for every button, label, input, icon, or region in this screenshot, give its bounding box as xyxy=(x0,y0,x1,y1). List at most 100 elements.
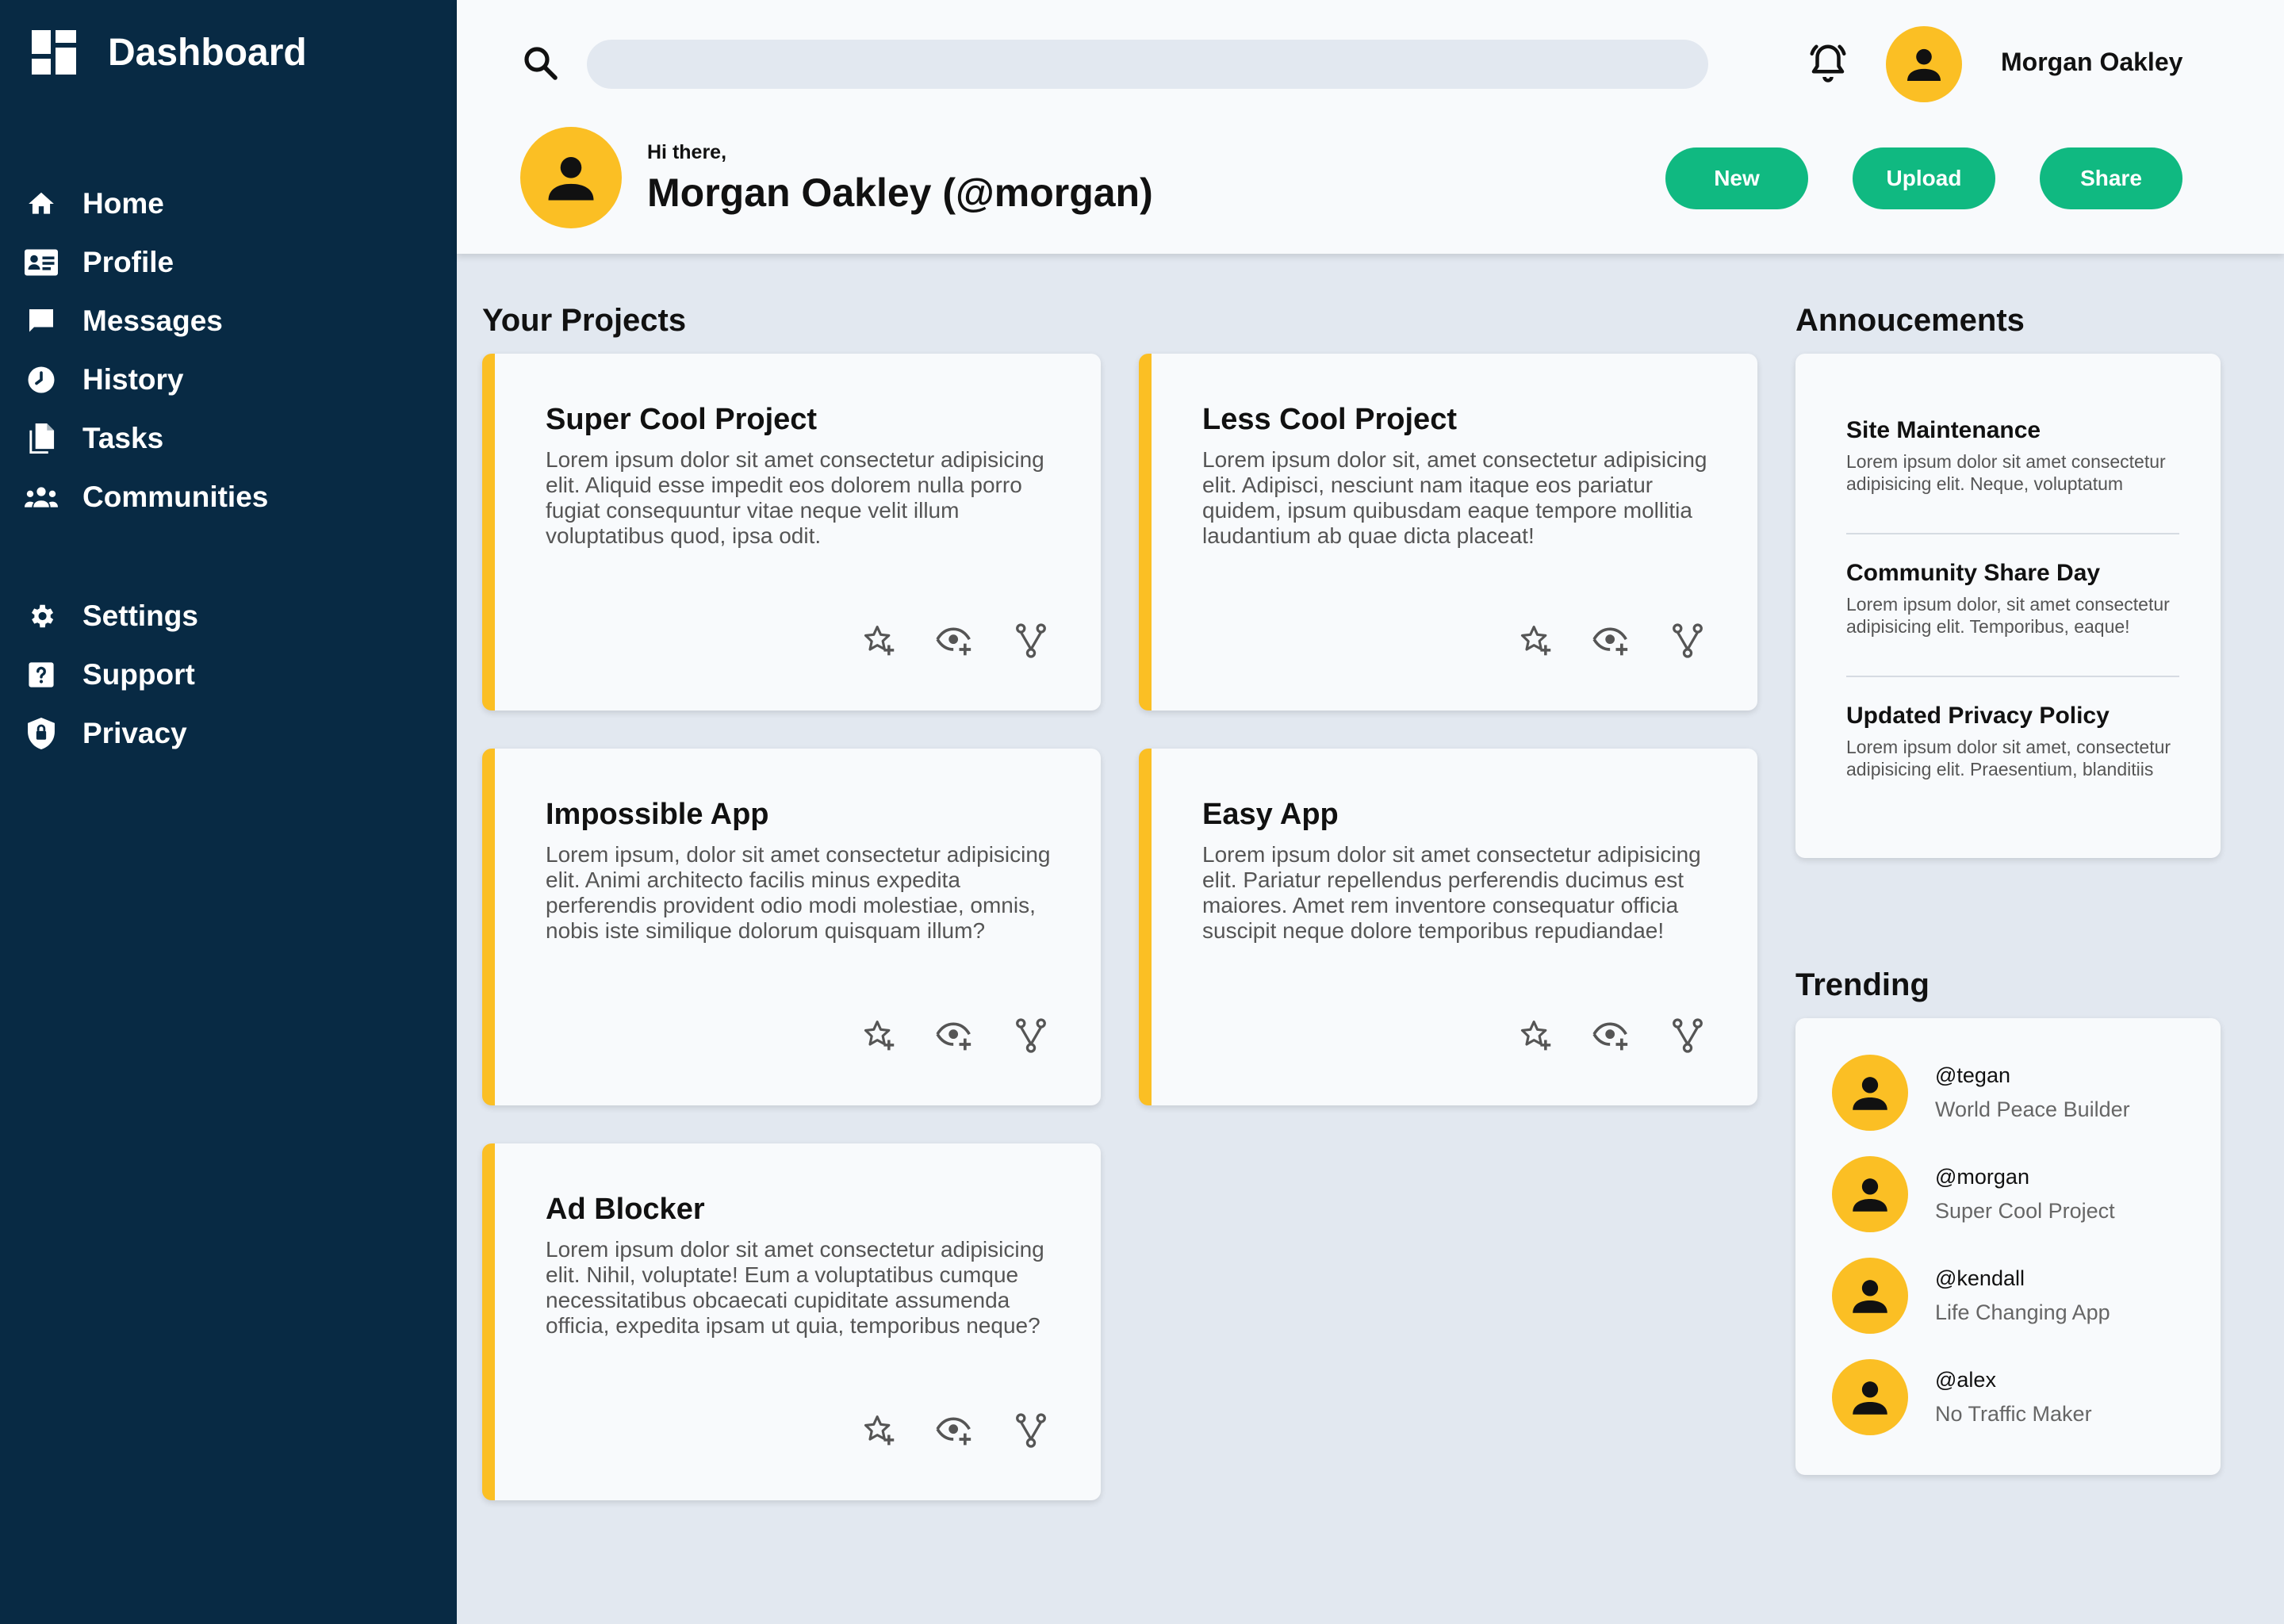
project-description: Lorem ipsum dolor sit amet consectetur a… xyxy=(546,1237,1044,1338)
eye-plus-icon[interactable] xyxy=(936,1017,974,1055)
user-full-name: Morgan Oakley (@morgan) xyxy=(647,170,1153,215)
new-button[interactable]: New xyxy=(1665,147,1808,209)
eye-plus-icon[interactable] xyxy=(1592,622,1631,660)
project-card[interactable]: Ad Blocker Lorem ipsum dolor sit amet co… xyxy=(482,1143,1101,1500)
sidebar-item-label: Privacy xyxy=(82,717,187,749)
sidebar-item-label: Communities xyxy=(82,481,269,513)
person-icon xyxy=(1853,1178,1887,1212)
sidebar-item-settings[interactable]: Settings xyxy=(24,587,198,645)
brand[interactable]: Dashboard xyxy=(32,30,307,75)
project-title[interactable]: Easy App xyxy=(1202,798,1339,832)
trending-project: No Traffic Maker xyxy=(1935,1402,2092,1426)
divider xyxy=(1846,533,2179,534)
secondary-nav: Settings Support Privacy xyxy=(24,587,198,763)
upload-button[interactable]: Upload xyxy=(1853,147,1995,209)
avatar[interactable] xyxy=(1832,1258,1908,1334)
share-button[interactable]: Share xyxy=(2040,147,2182,209)
sidebar-item-messages[interactable]: Messages xyxy=(24,292,268,350)
project-actions xyxy=(822,622,1050,660)
announcement-title[interactable]: Community Share Day xyxy=(1846,560,2179,587)
avatar[interactable] xyxy=(1832,1359,1908,1435)
person-icon xyxy=(1853,1077,1887,1110)
trending-project: Life Changing App xyxy=(1935,1300,2110,1324)
announcement-title[interactable]: Site Maintenance xyxy=(1846,417,2179,444)
project-card[interactable]: Easy App Lorem ipsum dolor sit amet cons… xyxy=(1139,749,1757,1105)
star-plus-icon[interactable] xyxy=(860,1411,898,1450)
sidebar-item-communities[interactable]: Communities xyxy=(24,468,268,527)
sidebar-item-label: Tasks xyxy=(82,422,164,454)
star-plus-icon[interactable] xyxy=(1516,1017,1554,1055)
star-plus-icon[interactable] xyxy=(860,622,898,660)
project-card[interactable]: Super Cool Project Lorem ipsum dolor sit… xyxy=(482,354,1101,710)
project-card[interactable]: Less Cool Project Lorem ipsum dolor sit,… xyxy=(1139,354,1757,710)
announcement-item[interactable]: Site Maintenance Lorem ipsum dolor sit a… xyxy=(1846,417,2179,496)
gear-icon xyxy=(24,599,59,634)
clock-icon xyxy=(24,362,59,397)
search-input[interactable] xyxy=(587,40,1708,89)
project-actions xyxy=(1478,622,1707,660)
eye-plus-icon[interactable] xyxy=(1592,1017,1631,1055)
project-card[interactable]: Impossible App Lorem ipsum, dolor sit am… xyxy=(482,749,1101,1105)
sidebar: Dashboard Home Profile Messages History … xyxy=(0,0,457,1624)
fork-icon[interactable] xyxy=(1669,1017,1707,1055)
sidebar-item-label: Profile xyxy=(82,246,174,278)
sidebar-item-privacy[interactable]: Privacy xyxy=(24,704,198,763)
trending-panel: @tegan World Peace Builder @morgan Super… xyxy=(1795,1018,2221,1475)
announcement-title[interactable]: Updated Privacy Policy xyxy=(1846,703,2179,730)
trending-user[interactable]: @kendall Life Changing App xyxy=(1832,1258,2110,1334)
sidebar-item-tasks[interactable]: Tasks xyxy=(24,409,268,468)
home-icon xyxy=(24,186,59,221)
trending-handle[interactable]: @alex xyxy=(1935,1368,2092,1392)
sidebar-item-home[interactable]: Home xyxy=(24,174,268,233)
sidebar-item-support[interactable]: Support xyxy=(24,645,198,704)
project-title[interactable]: Impossible App xyxy=(546,798,769,832)
project-title[interactable]: Less Cool Project xyxy=(1202,403,1457,437)
announcement-text: Lorem ipsum dolor, sit amet consectetur … xyxy=(1846,594,2170,637)
fork-icon[interactable] xyxy=(1012,622,1050,660)
avatar[interactable] xyxy=(1832,1156,1908,1232)
people-icon xyxy=(24,480,59,515)
sidebar-item-history[interactable]: History xyxy=(24,350,268,409)
project-description: Lorem ipsum, dolor sit amet consectetur … xyxy=(546,842,1051,943)
star-plus-icon[interactable] xyxy=(1516,622,1554,660)
project-title[interactable]: Ad Blocker xyxy=(546,1193,705,1227)
help-icon xyxy=(24,657,59,692)
announcements-heading: Annoucements xyxy=(1795,303,2025,338)
announcements-panel: Site Maintenance Lorem ipsum dolor sit a… xyxy=(1795,354,2221,858)
trending-user[interactable]: @morgan Super Cool Project xyxy=(1832,1156,2115,1232)
person-icon xyxy=(1907,48,1941,81)
project-title[interactable]: Super Cool Project xyxy=(546,403,817,437)
avatar[interactable] xyxy=(1886,26,1962,102)
trending-project: World Peace Builder xyxy=(1935,1097,2130,1121)
project-description: Lorem ipsum dolor sit amet consectetur a… xyxy=(546,447,1044,548)
announcement-text: Lorem ipsum dolor sit amet consectetur a… xyxy=(1846,451,2166,494)
project-description: Lorem ipsum dolor sit, amet consectetur … xyxy=(1202,447,1707,548)
avatar[interactable] xyxy=(1832,1055,1908,1131)
project-description: Lorem ipsum dolor sit amet consectetur a… xyxy=(1202,842,1701,943)
trending-user[interactable]: @tegan World Peace Builder xyxy=(1832,1055,2130,1131)
fork-icon[interactable] xyxy=(1669,622,1707,660)
shield-icon xyxy=(24,716,59,751)
profile-avatar xyxy=(520,127,622,228)
trending-handle[interactable]: @kendall xyxy=(1935,1266,2110,1291)
documents-icon xyxy=(24,421,59,456)
person-icon xyxy=(548,157,594,201)
sidebar-item-profile[interactable]: Profile xyxy=(24,233,268,292)
eye-plus-icon[interactable] xyxy=(936,1411,974,1450)
eye-plus-icon[interactable] xyxy=(936,622,974,660)
announcement-text: Lorem ipsum dolor sit amet, consectetur … xyxy=(1846,737,2171,779)
announcement-item[interactable]: Community Share Day Lorem ipsum dolor, s… xyxy=(1846,560,2179,639)
trending-handle[interactable]: @tegan xyxy=(1935,1063,2130,1088)
trending-user[interactable]: @alex No Traffic Maker xyxy=(1832,1359,2092,1435)
message-icon xyxy=(24,304,59,339)
fork-icon[interactable] xyxy=(1012,1017,1050,1055)
project-actions xyxy=(1478,1017,1707,1055)
trending-handle[interactable]: @morgan xyxy=(1935,1165,2115,1189)
header-user-name[interactable]: Morgan Oakley xyxy=(2001,48,2182,77)
search-icon[interactable] xyxy=(522,44,560,82)
announcement-item[interactable]: Updated Privacy Policy Lorem ipsum dolor… xyxy=(1846,703,2179,782)
fork-icon[interactable] xyxy=(1012,1411,1050,1450)
bell-icon[interactable] xyxy=(1807,41,1849,84)
sidebar-item-label: Home xyxy=(82,187,164,220)
star-plus-icon[interactable] xyxy=(860,1017,898,1055)
